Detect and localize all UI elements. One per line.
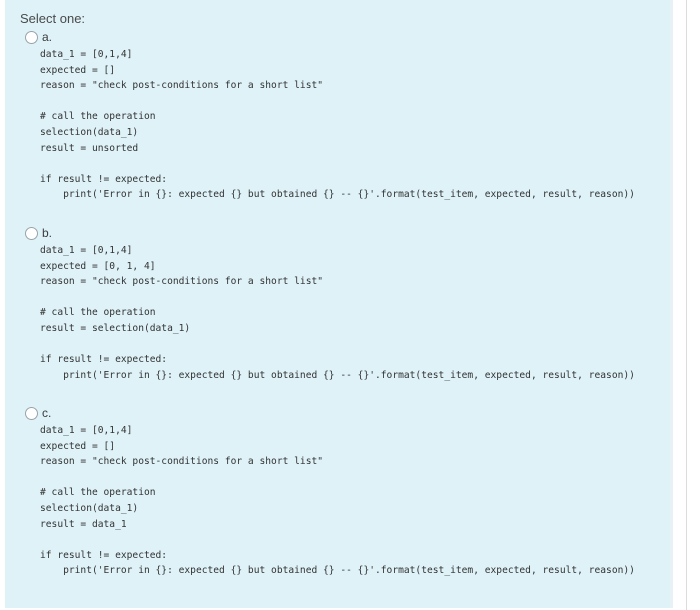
radio-button-c[interactable] — [25, 407, 38, 420]
code-line: if result != expected: — [40, 354, 168, 366]
code-line: reason = "check post-conditions for a sh… — [40, 276, 324, 288]
code-line: expected = [] — [40, 440, 116, 452]
code-line: data_1 = [0,1,4] — [40, 49, 133, 60]
code-line: expected = [] — [40, 64, 116, 76]
code-line: result = data_1 — [40, 518, 127, 530]
code-line: reason = "check post-conditions for a sh… — [40, 80, 324, 92]
code-line: print('Error in {}: expected {} but obta… — [40, 189, 635, 201]
code-line: print('Error in {}: expected {} but obta… — [40, 565, 635, 577]
code-line: if result != expected: — [40, 173, 168, 185]
code-line: # call the operation — [40, 111, 156, 123]
code-line: data_1 = [0,1,4] — [40, 425, 133, 436]
code-line: reason = "check post-conditions for a sh… — [40, 456, 324, 468]
option-code-c: data_1 = [0,1,4] expected = [] reason = "c… — [40, 423, 635, 579]
option-letter-a: a. — [42, 30, 53, 44]
code-line: # call the operation — [40, 307, 156, 319]
option-code-a: data_1 = [0,1,4] expected = [] reason = "c… — [40, 47, 635, 203]
divider — [686, 0, 687, 610]
code-line: expected = [0, 1, 4] — [40, 260, 156, 272]
code-line: print('Error in {}: expected {} but obta… — [40, 369, 635, 381]
code-line: selection(data_1) — [40, 126, 139, 138]
option-code-b: data_1 = [0,1,4] expected = [0, 1, 4] reas… — [40, 243, 635, 383]
radio-button-a[interactable] — [25, 31, 38, 44]
select-one-label: Select one: — [20, 11, 86, 26]
code-line: result = selection(data_1) — [40, 322, 191, 334]
code-line: if result != expected: — [40, 549, 168, 561]
code-line: # call the operation — [40, 487, 156, 499]
code-line: selection(data_1) — [40, 502, 139, 514]
code-line: result = unsorted — [40, 142, 139, 154]
option-letter-b: b. — [42, 226, 53, 240]
radio-button-b[interactable] — [25, 227, 38, 240]
code-line: data_1 = [0,1,4] — [40, 245, 133, 256]
option-letter-c: c. — [42, 406, 52, 420]
